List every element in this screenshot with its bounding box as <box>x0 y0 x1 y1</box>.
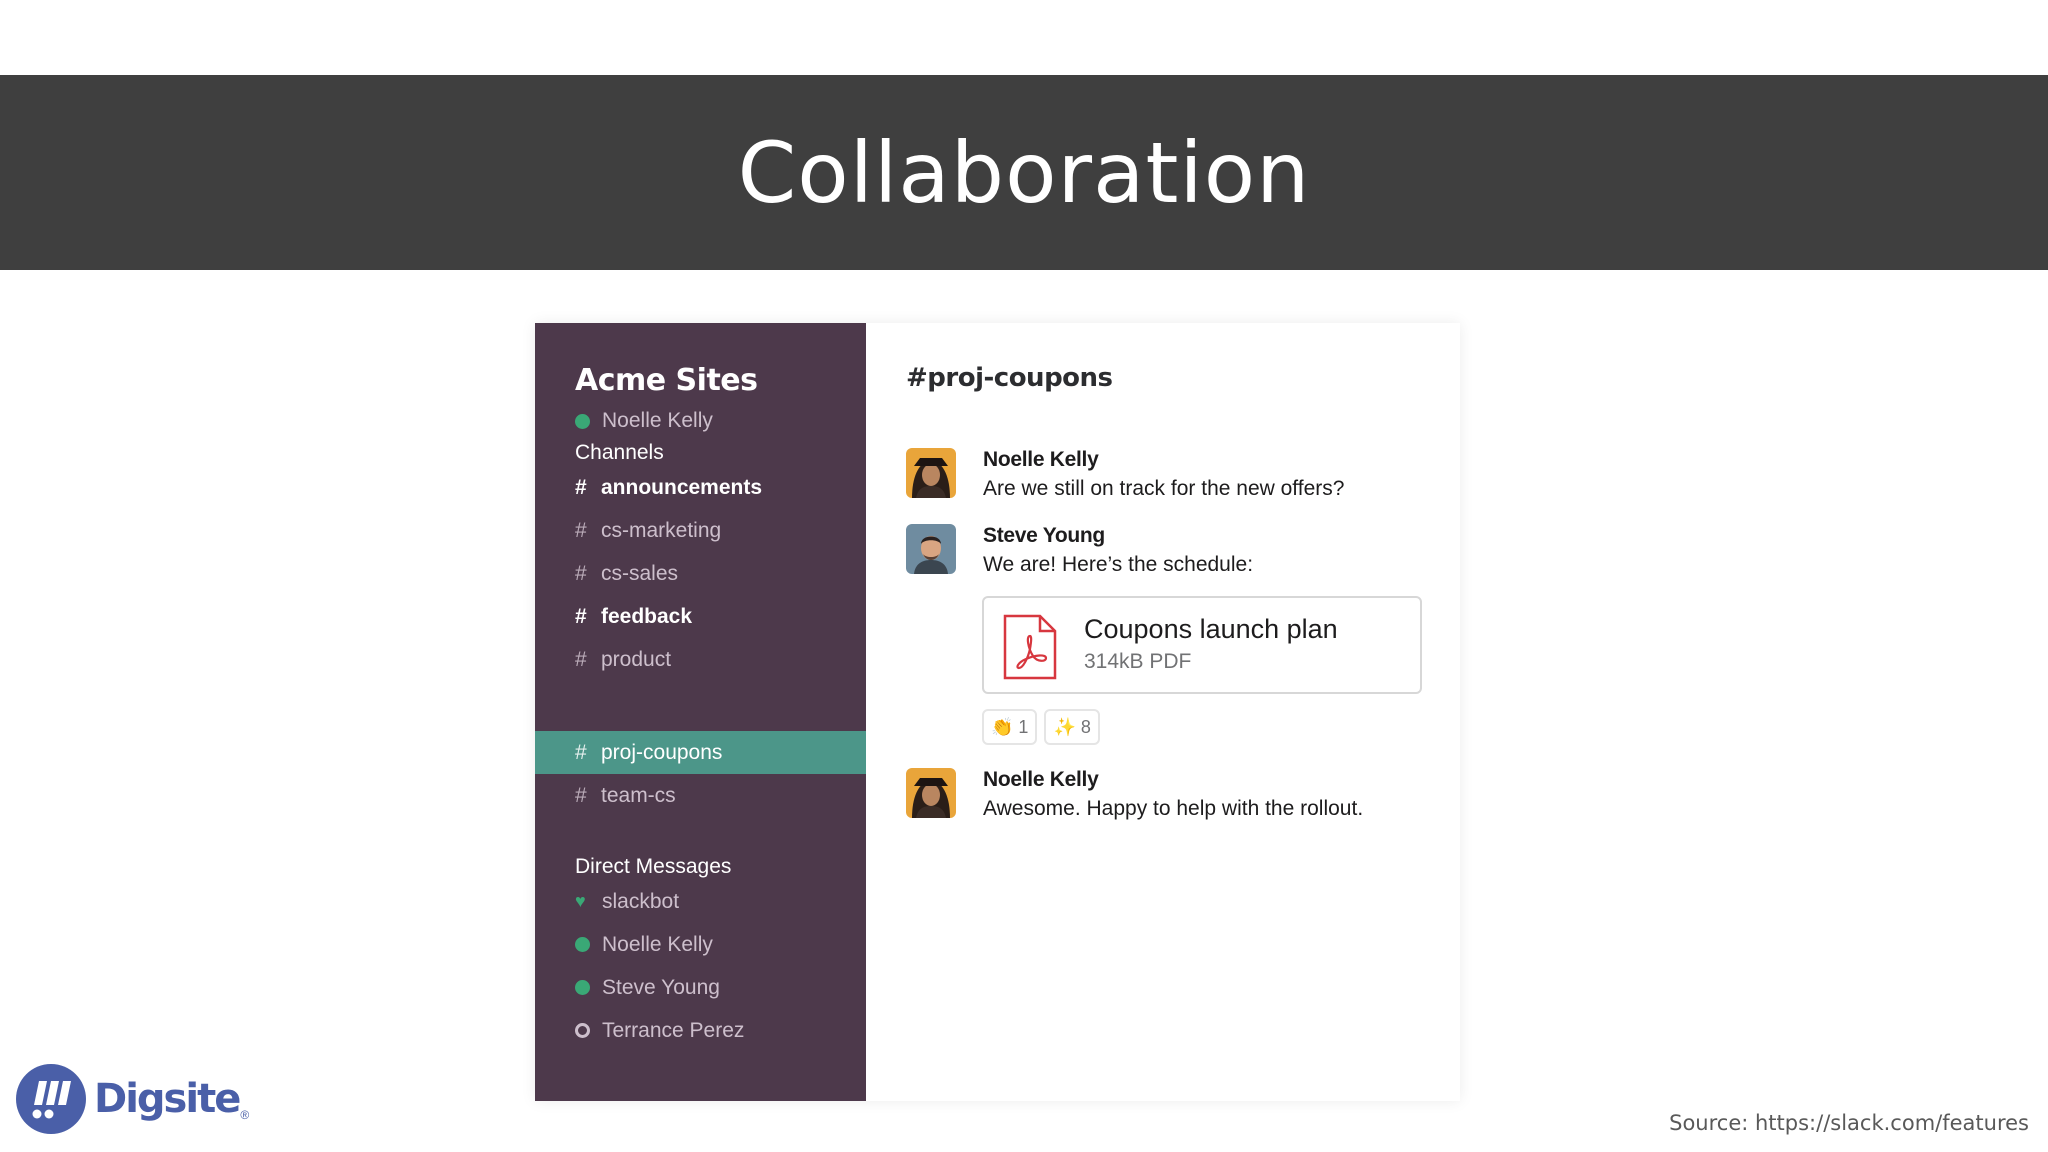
title-banner: Collaboration <box>0 75 2048 270</box>
presence-online-icon <box>575 937 590 952</box>
sidebar: Acme Sites Noelle Kelly Channels # annou… <box>535 323 866 1101</box>
reactions: 👏 1 ✨ 8 <box>982 709 1107 745</box>
file-name: Coupons launch plan <box>1084 614 1338 644</box>
hash-icon: # <box>575 475 587 499</box>
file-attachment[interactable]: Coupons launch plan 314kB PDF <box>982 596 1422 694</box>
dm-label: slackbot <box>602 889 680 913</box>
channel-title[interactable]: #proj-coupons <box>906 363 1113 393</box>
clap-emoji-icon: 👏 <box>991 716 1014 737</box>
sidebar-item-cs-marketing[interactable]: # cs-marketing <box>535 509 866 552</box>
message: Noelle Kelly Awesome. Happy to help with… <box>906 768 1363 821</box>
channel-label: cs-marketing <box>601 518 722 542</box>
dm-label: Steve Young <box>602 975 720 999</box>
reaction-count: 8 <box>1080 716 1091 737</box>
channels-section-label[interactable]: Channels <box>575 441 664 465</box>
message-text: Awesome. Happy to help with the rollout. <box>983 797 1364 820</box>
source-citation: Source: https://slack.com/features <box>1669 1111 2029 1135</box>
digsite-logo: Digsite ® <box>16 1064 249 1134</box>
sidebar-dm-slackbot[interactable]: ♥ slackbot <box>535 880 866 923</box>
slack-window: Acme Sites Noelle Kelly Channels # annou… <box>535 323 1460 1101</box>
reaction-count: 1 <box>1018 716 1029 737</box>
hash-icon: # <box>575 647 587 671</box>
current-user[interactable]: Noelle Kelly <box>575 409 713 433</box>
channel-label: proj-coupons <box>601 740 723 764</box>
channel-label: cs-sales <box>601 561 679 585</box>
dm-section-label[interactable]: Direct Messages <box>575 855 731 879</box>
message: Steve Young We are! Here’s the schedule: <box>906 524 1253 577</box>
message-author[interactable]: Noelle Kelly <box>983 448 1344 472</box>
sidebar-item-announcements[interactable]: # announcements <box>535 466 866 509</box>
presence-online-icon <box>575 980 590 995</box>
presence-online-icon <box>575 413 590 429</box>
sparkles-emoji-icon: ✨ <box>1053 716 1076 737</box>
sidebar-item-proj-coupons[interactable]: # proj-coupons <box>535 731 866 774</box>
sidebar-item-feedback[interactable]: # feedback <box>535 595 866 638</box>
message-author[interactable]: Steve Young <box>983 524 1253 548</box>
current-user-name: Noelle Kelly <box>602 409 713 432</box>
registered-mark: ® <box>240 1108 250 1122</box>
hash-icon: # <box>575 604 587 628</box>
avatar-noelle-kelly[interactable] <box>906 448 956 498</box>
message-text: Are we still on track for the new offers… <box>983 477 1345 500</box>
message-pane: #proj-coupons Noelle Kelly Are we still … <box>866 323 1460 1101</box>
message: Noelle Kelly Are we still on track for t… <box>906 448 1344 501</box>
avatar-steve-young[interactable] <box>906 524 956 574</box>
sidebar-item-product[interactable]: # product <box>535 638 866 681</box>
hash-icon: # <box>575 518 587 542</box>
pdf-icon <box>1002 614 1058 685</box>
hash-icon: # <box>575 561 587 585</box>
workspace-name[interactable]: Acme Sites <box>575 363 758 398</box>
sidebar-item-cs-sales[interactable]: # cs-sales <box>535 552 866 595</box>
hash-icon: # <box>575 783 587 807</box>
digsite-logo-icon <box>16 1064 86 1134</box>
channel-label: product <box>601 647 672 671</box>
sidebar-dm-steve-young[interactable]: Steve Young <box>535 966 866 1009</box>
reaction-clap[interactable]: 👏 1 <box>982 709 1038 745</box>
message-text: We are! Here’s the schedule: <box>983 553 1254 576</box>
dm-label: Terrance Perez <box>602 1018 745 1042</box>
channel-label: feedback <box>601 604 693 628</box>
reaction-sparkles[interactable]: ✨ 8 <box>1044 709 1100 745</box>
digsite-logo-text: Digsite <box>94 1076 241 1122</box>
presence-away-icon <box>575 1023 590 1038</box>
channel-label: announcements <box>601 475 763 499</box>
dm-label: Noelle Kelly <box>602 932 713 956</box>
heart-icon: ♥ <box>575 891 586 911</box>
sidebar-dm-noelle-kelly[interactable]: Noelle Kelly <box>535 923 866 966</box>
slide-title: Collaboration <box>737 123 1311 222</box>
avatar-noelle-kelly[interactable] <box>906 768 956 818</box>
message-author[interactable]: Noelle Kelly <box>983 768 1363 792</box>
channel-label: team-cs <box>601 783 676 807</box>
hash-icon: # <box>575 740 587 764</box>
sidebar-dm-terrance-perez[interactable]: Terrance Perez <box>535 1009 866 1052</box>
sidebar-item-team-cs[interactable]: # team-cs <box>535 774 866 817</box>
file-meta: 314kB PDF <box>1084 650 1192 673</box>
